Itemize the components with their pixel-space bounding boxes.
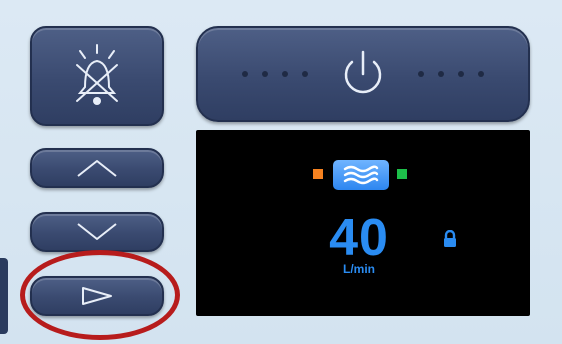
alarm-silence-button[interactable] [30, 26, 164, 126]
flow-rate-value: 40 [329, 209, 389, 267]
humidifier-waves-icon [343, 165, 379, 185]
power-icon [242, 50, 484, 94]
mode-icon-tile [333, 160, 389, 190]
power-button[interactable] [196, 26, 530, 122]
flow-rate-unit: L/min [343, 262, 375, 276]
left-edge-strip [0, 258, 8, 334]
lock-icon [444, 230, 456, 247]
alarm-silence-bell-crossed-icon [76, 44, 118, 105]
mode-indicator-row [196, 160, 530, 190]
chevron-up-icon [77, 160, 117, 177]
right-status-indicator [397, 169, 407, 179]
chevron-down-icon [77, 223, 117, 240]
left-status-indicator [313, 169, 323, 179]
display-screen: 40 L/min [196, 130, 530, 316]
down-button[interactable] [30, 212, 164, 252]
device-control-panel: 40 L/min [0, 0, 562, 344]
highlight-circle-annotation [20, 250, 180, 340]
up-button[interactable] [30, 148, 164, 188]
